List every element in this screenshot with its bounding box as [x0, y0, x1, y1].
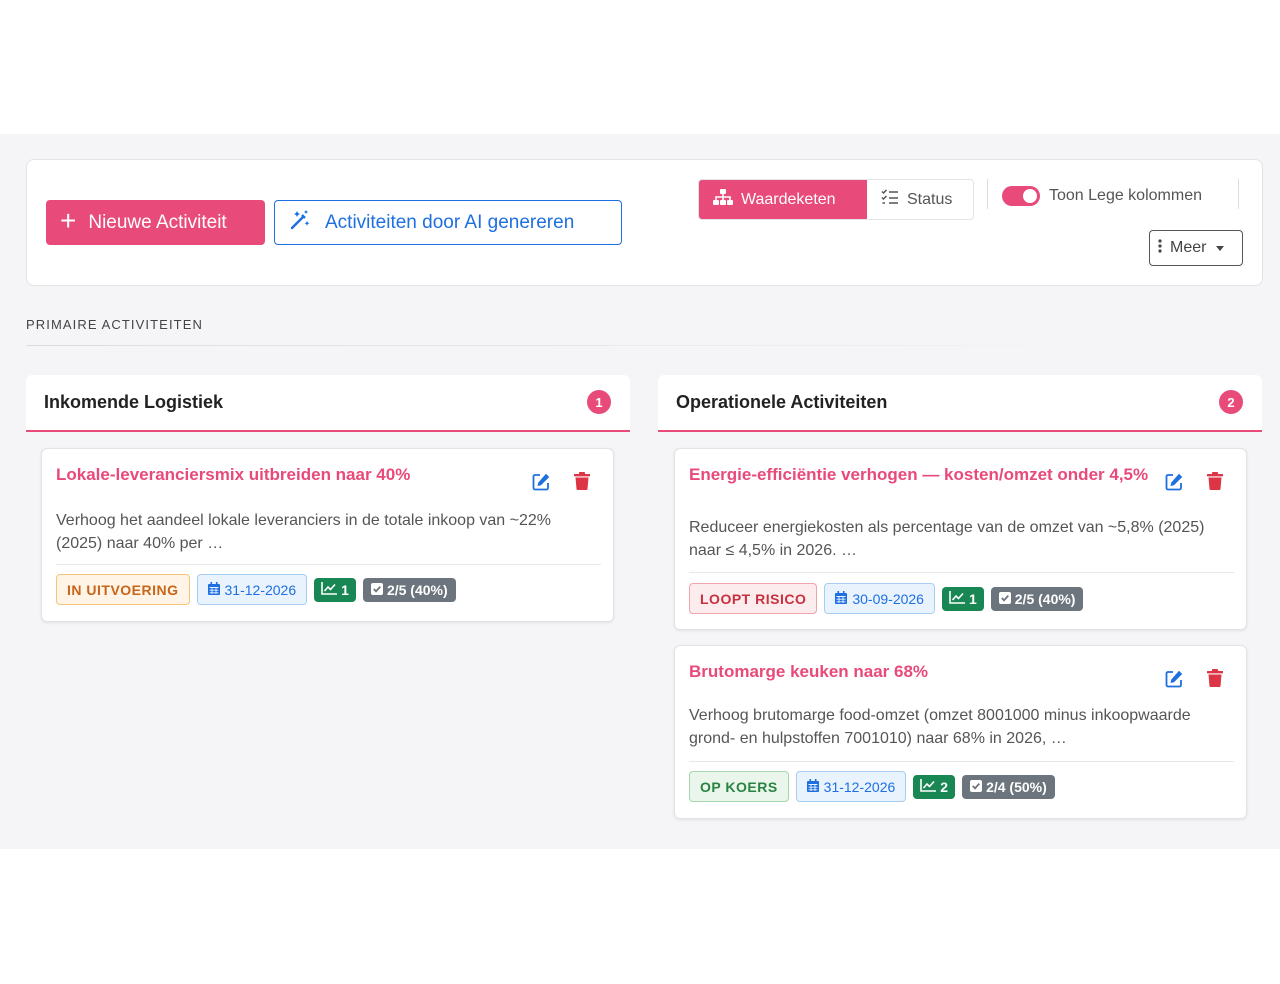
view-valuechain-label: Waardeketen: [741, 190, 836, 208]
toggle-label: Toon Lege kolommen: [1049, 187, 1202, 204]
card-badges: IN UITVOERING 31-12-2026 1 2/5 (40%): [56, 574, 456, 605]
edit-icon[interactable]: [1164, 471, 1184, 491]
task-progress-text: 2/5 (40%): [386, 581, 448, 598]
kpi-count-badge: 1: [314, 577, 356, 602]
card-divider: [56, 564, 601, 565]
view-status-button[interactable]: Status: [867, 180, 973, 219]
section-title: PRIMAIRE ACTIVITEITEN: [26, 317, 203, 332]
section-divider: [26, 345, 1096, 346]
task-progress-badge: 2/4 (50%): [962, 774, 1055, 799]
view-toggle-group: Waardeketen Status: [698, 179, 974, 220]
column-header-inbound-logistics: Inkomende Logistiek 1: [26, 375, 630, 432]
edit-icon[interactable]: [531, 471, 551, 491]
status-badge: OP KOERS: [689, 771, 789, 802]
caret-down-icon: [1216, 245, 1225, 251]
task-progress-badge: 2/5 (40%): [362, 577, 456, 602]
column-title: Inkomende Logistiek: [44, 392, 224, 412]
delete-icon[interactable]: [572, 471, 592, 491]
toolbar-divider: [1238, 179, 1239, 209]
due-date-badge: 30-09-2026: [824, 583, 935, 614]
toolbar: + Nieuwe Activiteit Activiteiten door AI…: [26, 159, 1263, 286]
activity-title[interactable]: Energie-efficiëntie verhogen — kosten/om…: [689, 464, 1154, 486]
activity-card[interactable]: Lokale-leveranciersmix uitbreiden naar 4…: [41, 448, 614, 622]
due-date-badge: 31-12-2026: [795, 771, 907, 802]
due-date-text: 30-09-2026: [852, 590, 924, 607]
new-activity-button[interactable]: + Nieuwe Activiteit: [46, 200, 265, 245]
ai-generate-button[interactable]: Activiteiten door AI genereren: [274, 200, 622, 245]
status-badge: LOOPT RISICO: [689, 583, 818, 614]
card-badges: LOOPT RISICO 30-09-2026 1 2/5 (40%): [689, 583, 1084, 614]
column-count-badge: 1: [587, 390, 611, 414]
more-dropdown-button[interactable]: Meer: [1149, 230, 1243, 266]
activity-description: Verhoog het aandeel lokale leveranciers …: [56, 512, 552, 552]
activity-card[interactable]: Brutomarge keuken naar 68% Verhoog bruto…: [674, 645, 1247, 819]
column-count-badge: 2: [1219, 390, 1243, 414]
toolbar-divider: [987, 179, 988, 209]
toggle-switch[interactable]: [1002, 186, 1040, 206]
card-divider: [689, 572, 1234, 573]
due-date-text: 31-12-2026: [224, 581, 297, 598]
view-status-label: Status: [907, 190, 953, 208]
calendar-icon: [806, 778, 819, 795]
card-divider: [689, 761, 1234, 762]
list-check-icon: [881, 189, 899, 210]
new-activity-label: Nieuwe Activiteit: [88, 211, 227, 233]
kpi-count-badge: 1: [941, 586, 984, 611]
chart-line-icon: [949, 590, 965, 607]
task-progress-text: 2/5 (40%): [1014, 590, 1076, 607]
activity-title[interactable]: Lokale-leveranciersmix uitbreiden naar 4…: [56, 464, 516, 486]
magic-wand-icon: [289, 209, 311, 237]
vertical-dots-icon: [1158, 238, 1162, 258]
delete-icon[interactable]: [1205, 471, 1225, 491]
task-progress-badge: 2/5 (40%): [990, 586, 1084, 611]
task-progress-text: 2/4 (50%): [986, 778, 1047, 795]
kpi-count-badge: 2: [913, 774, 956, 799]
square-check-icon: [370, 582, 383, 598]
plus-icon: +: [60, 205, 77, 236]
activity-description: Reduceer energiekosten als percentage va…: [689, 519, 1205, 559]
square-check-icon: [998, 591, 1011, 607]
column-title: Operationele Activiteiten: [676, 392, 888, 412]
column-header-operations: Operationele Activiteiten 2: [658, 375, 1262, 432]
card-badges: OP KOERS 31-12-2026 2 2/4 (50%): [689, 771, 1055, 802]
due-date-text: 31-12-2026: [823, 778, 896, 795]
calendar-icon: [207, 581, 220, 598]
activity-title[interactable]: Brutomarge keuken naar 68%: [689, 661, 1149, 683]
chart-line-icon: [321, 581, 338, 598]
kpi-count-text: 1: [341, 581, 349, 598]
calendar-icon: [835, 590, 848, 607]
kpi-count-text: 2: [940, 778, 949, 795]
chart-line-icon: [920, 778, 937, 795]
view-valuechain-button[interactable]: Waardeketen: [699, 180, 867, 219]
more-label: Meer: [1170, 239, 1207, 256]
activity-card[interactable]: Energie-efficiëntie verhogen — kosten/om…: [674, 448, 1247, 630]
activity-description: Verhoog brutomarge food-omzet (omzet 800…: [689, 707, 1191, 747]
status-badge: IN UITVOERING: [56, 574, 190, 605]
due-date-badge: 31-12-2026: [196, 574, 308, 605]
sitemap-icon: [713, 189, 733, 210]
ai-generate-label: Activiteiten door AI genereren: [325, 211, 575, 233]
kpi-count-text: 1: [968, 590, 977, 607]
square-check-icon: [970, 779, 983, 795]
edit-icon[interactable]: [1164, 668, 1184, 688]
show-empty-columns-toggle[interactable]: Toon Lege kolommen: [1002, 186, 1202, 206]
delete-icon[interactable]: [1205, 668, 1225, 688]
